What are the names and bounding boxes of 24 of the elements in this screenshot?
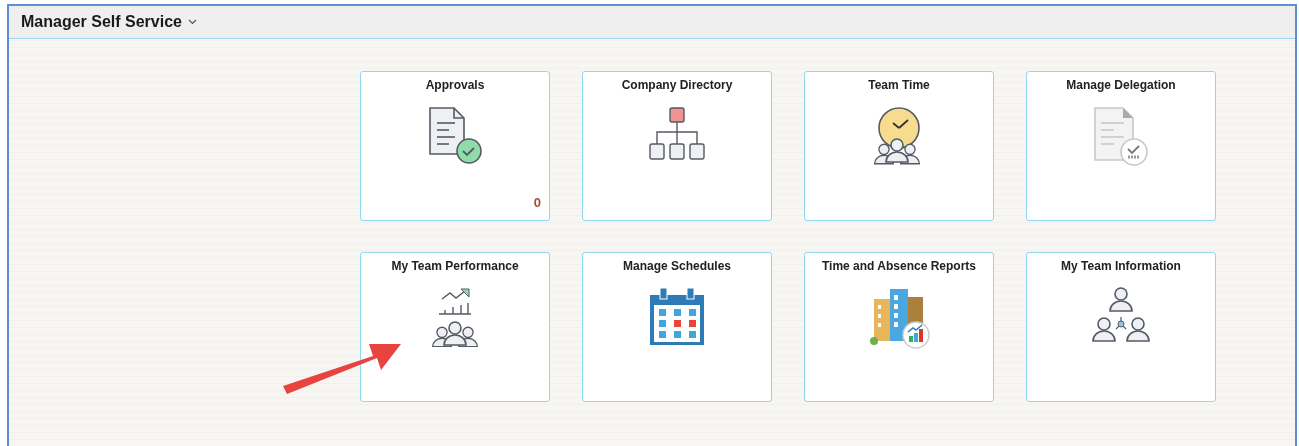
tile-title: My Team Performance	[391, 259, 519, 273]
tile[interactable]: Company Directory	[582, 71, 772, 221]
tile-title: Time and Absence Reports	[821, 259, 976, 273]
tile[interactable]: My Team Performance	[360, 252, 550, 402]
tile[interactable]: Manage Schedules	[582, 252, 772, 402]
tile-title: My Team Information	[1061, 259, 1181, 273]
page-title: Manager Self Service	[21, 13, 182, 31]
chevron-down-icon[interactable]	[187, 19, 197, 25]
tile-title: Approvals	[425, 78, 485, 92]
tile[interactable]: Manage Delegation	[1026, 71, 1216, 221]
tile-count: 0	[533, 195, 541, 210]
tile-title: Company Directory	[621, 78, 733, 92]
tile[interactable]: My Team Information	[1026, 252, 1216, 402]
tile-title: Manage Schedules	[622, 259, 731, 273]
tile[interactable]: Team Time	[804, 71, 994, 221]
calendar-icon	[649, 287, 705, 347]
tile-title: Manage Delegation	[1066, 78, 1176, 92]
tile[interactable]: Time and Absence Reports	[804, 252, 994, 402]
tile[interactable]: Approvals 0	[360, 71, 550, 221]
team-network-icon	[1090, 287, 1152, 345]
document-check-icon	[1092, 106, 1150, 168]
document-check-icon	[427, 106, 483, 166]
buildings-chart-icon	[868, 287, 930, 349]
tile-title: Team Time	[868, 78, 930, 92]
